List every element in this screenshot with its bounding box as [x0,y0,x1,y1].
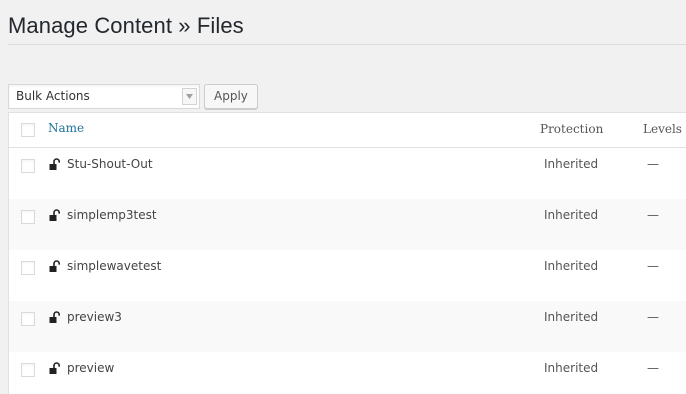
row-checkbox[interactable] [21,312,35,326]
table-row: simplemp3test Inherited — [9,199,686,250]
files-table: Name Protection Levels Stu-Shout-Out Inh… [8,112,686,394]
bulk-actions-bar: Bulk Actions Apply [8,84,258,109]
file-name[interactable]: Stu-Shout-Out [67,157,153,171]
levels-value: — [647,361,659,375]
protection-value: Inherited [544,361,599,375]
unlock-icon [49,311,60,323]
column-header-levels: Levels [643,122,682,136]
chevron-down-icon[interactable] [182,88,197,105]
title-divider [8,44,686,45]
file-name[interactable]: simplemp3test [67,208,157,222]
apply-button[interactable]: Apply [204,84,258,109]
levels-value: — [647,157,659,171]
file-name[interactable]: simplewavetest [67,259,161,273]
row-checkbox[interactable] [21,210,35,224]
table-row: simplewavetest Inherited — [9,250,686,301]
levels-value: — [647,208,659,222]
manage-files-page: Manage Content » Files Bulk Actions Appl… [0,0,686,394]
row-checkbox[interactable] [21,363,35,377]
table-row: Stu-Shout-Out Inherited — [9,148,686,199]
row-checkbox[interactable] [21,159,35,173]
column-header-protection: Protection [540,122,604,136]
unlock-icon [49,260,60,272]
bulk-actions-select[interactable]: Bulk Actions [8,84,200,109]
protection-value: Inherited [544,310,599,324]
levels-value: — [647,259,659,273]
protection-value: Inherited [544,259,599,273]
unlock-icon [49,209,60,221]
file-name[interactable]: preview [67,361,114,375]
unlock-icon [49,362,60,374]
page-title: Manage Content » Files [8,13,244,38]
column-header-name[interactable]: Name [48,121,84,135]
protection-value: Inherited [544,208,599,222]
protection-value: Inherited [544,157,599,171]
levels-value: — [647,310,659,324]
bulk-actions-selected-value: Bulk Actions [16,89,90,103]
unlock-icon [49,158,60,170]
table-row: preview Inherited — [9,352,686,394]
table-row: preview3 Inherited — [9,301,686,352]
select-all-checkbox[interactable] [21,123,35,137]
table-header: Name Protection Levels [9,113,686,148]
file-name[interactable]: preview3 [67,310,122,324]
row-checkbox[interactable] [21,261,35,275]
